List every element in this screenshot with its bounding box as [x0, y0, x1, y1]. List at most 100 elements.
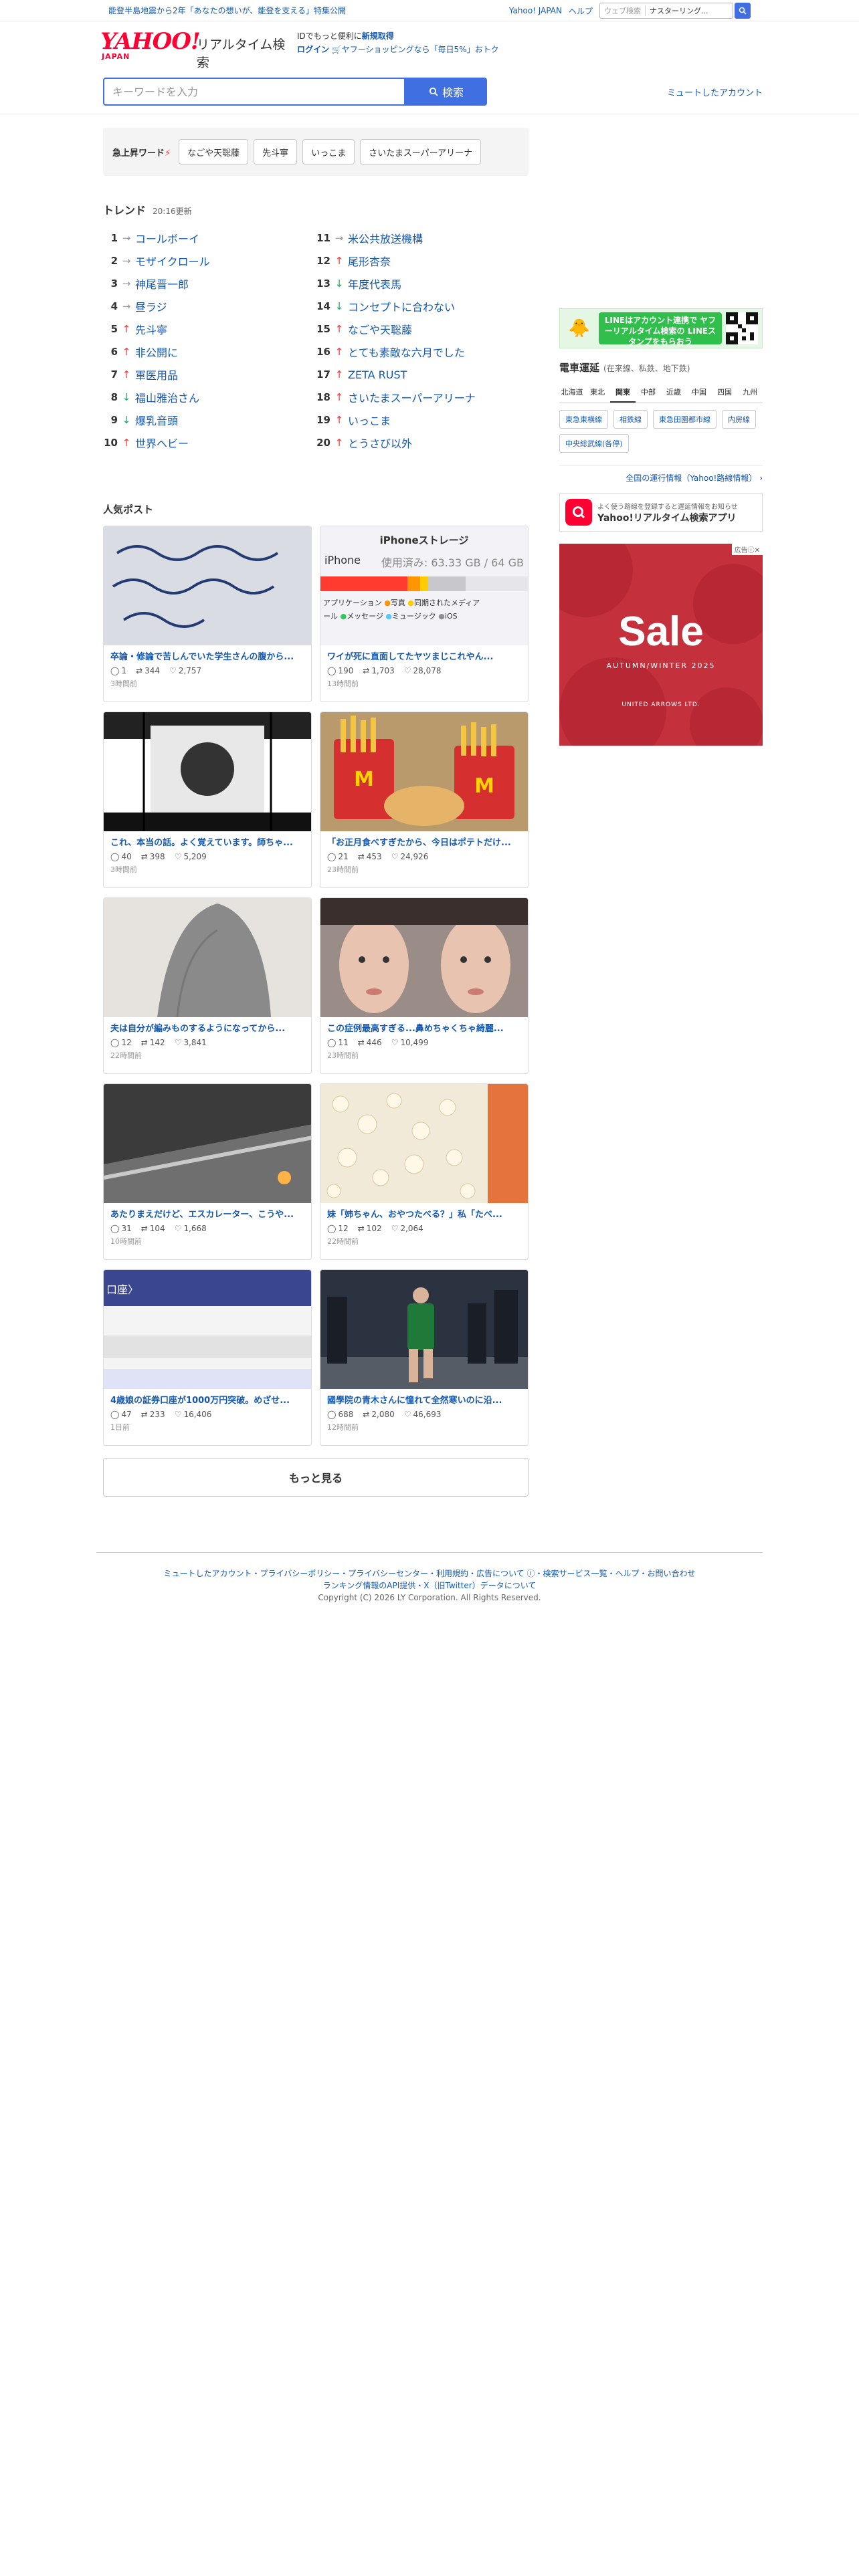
trend-item[interactable]: 14 ↓ コンセプトに合わない: [316, 295, 529, 318]
trend-item[interactable]: 3 → 神尾晋一郎: [103, 272, 316, 295]
trend-item[interactable]: 19 ↑ いっこま: [316, 409, 529, 431]
region-tab[interactable]: 関東: [610, 383, 636, 403]
post-text[interactable]: あたりまえだけど、エスカレーター、こうや...: [110, 1207, 304, 1220]
post-card[interactable]: iPhoneストレージ iPhone 使用済み: 63.33 GB / 64 GB ア…: [320, 526, 529, 702]
post-image[interactable]: [104, 526, 311, 645]
region-tab[interactable]: 中国: [686, 383, 712, 403]
hot-word-chip[interactable]: いっこま: [302, 139, 355, 165]
post-card[interactable]: 妹「姉ちゃん、おやつたべる？」私「たべ... ◯ 12 ⇄ 102 ♡ 2,064 22時間前: [320, 1083, 529, 1260]
post-text[interactable]: ワイが死に直面してたヤツまじこれやん...: [327, 649, 521, 662]
top-notice-link[interactable]: 能登半島地震から2年「あなたの想いが、能登を支える」特集公開: [108, 5, 346, 16]
trend-word-link[interactable]: 米公共放送機構: [348, 230, 423, 246]
post-card[interactable]: これ、本当の話。よく覚えています。師ちゃ... ◯ 40 ⇄ 398 ♡ 5,209 3時間前: [103, 712, 312, 888]
post-card[interactable]: 夫は自分が編みものするようになってから... ◯ 12 ⇄ 142 ♡ 3,841 22時間前: [103, 897, 312, 1074]
trend-word-link[interactable]: 軍医用品: [135, 366, 178, 383]
trend-word-link[interactable]: とうさび以外: [348, 435, 412, 451]
trend-item[interactable]: 17 ↑ ZETA RUST: [316, 363, 529, 386]
region-tab[interactable]: 東北: [585, 383, 610, 403]
post-image[interactable]: [320, 898, 528, 1017]
signup-link[interactable]: 新規取得: [362, 31, 394, 41]
post-text[interactable]: 妹「姉ちゃん、おやつたべる？」私「たべ...: [327, 1207, 521, 1220]
trend-item[interactable]: 8 ↓ 福山雅治さん: [103, 386, 316, 409]
post-image[interactable]: [104, 898, 311, 1017]
footer-links[interactable]: ミュートしたアカウント・プライバシーポリシー・プライバシーセンター・利用規約・広…: [96, 1568, 763, 1580]
trend-item[interactable]: 2 → モザイクロール: [103, 249, 316, 272]
trend-item[interactable]: 7 ↑ 軍医用品: [103, 363, 316, 386]
post-image[interactable]: 口座〉: [104, 1270, 311, 1389]
trend-word-link[interactable]: 爆乳音頭: [135, 412, 178, 428]
trend-item[interactable]: 18 ↑ さいたまスーパーアリーナ: [316, 386, 529, 409]
region-tab[interactable]: 北海道: [559, 383, 585, 403]
trend-word-link[interactable]: ZETA RUST: [348, 368, 407, 381]
trend-word-link[interactable]: 神尾晋一郎: [135, 276, 189, 292]
region-tab[interactable]: 近畿: [661, 383, 686, 403]
trend-item[interactable]: 15 ↑ なごや天聡藤: [316, 318, 529, 340]
trend-word-link[interactable]: 昼ラジ: [135, 298, 167, 314]
post-card[interactable]: あたりまえだけど、エスカレーター、こうや... ◯ 31 ⇄ 104 ♡ 1,668 10時間…: [103, 1083, 312, 1260]
trend-word-link[interactable]: コールボーイ: [135, 230, 199, 246]
trend-item[interactable]: 5 ↑ 先斗寧: [103, 318, 316, 340]
trend-word-link[interactable]: なごや天聡藤: [348, 321, 412, 337]
post-card[interactable]: この症例最高すぎる...鼻めちゃくちゃ綺麗... ◯ 11 ⇄ 446 ♡ 10,499 23…: [320, 897, 529, 1074]
search-input[interactable]: [103, 78, 405, 106]
post-text[interactable]: 國學院の青木さんに憧れて全然寒いのに沿...: [327, 1393, 521, 1406]
trend-word-link[interactable]: コンセプトに合わない: [348, 298, 455, 314]
hot-word-chip[interactable]: さいたまスーパーアリーナ: [360, 139, 482, 165]
region-tab[interactable]: 四国: [712, 383, 737, 403]
post-card[interactable]: 口座〉 4歳娘の証券口座が1000万円突破。めざせ... ◯ 47 ⇄ 233 ♡ 16,40…: [103, 1269, 312, 1446]
trend-item[interactable]: 12 ↑ 尾形杏奈: [316, 249, 529, 272]
delayed-line-link[interactable]: 相鉄線: [613, 410, 648, 429]
post-image[interactable]: MM: [320, 712, 528, 831]
trend-item[interactable]: 1 → コールボーイ: [103, 227, 316, 249]
delayed-line-link[interactable]: 東急田園都市線: [653, 410, 717, 429]
post-image[interactable]: [320, 1084, 528, 1203]
post-image[interactable]: iPhoneストレージ iPhone 使用済み: 63.33 GB / 64 GB ア…: [320, 526, 528, 645]
region-tab[interactable]: 中部: [636, 383, 661, 403]
trend-item[interactable]: 11 → 米公共放送機構: [316, 227, 529, 249]
trend-word-link[interactable]: 世界ヘビー: [135, 435, 189, 451]
post-text[interactable]: 4歳娘の証券口座が1000万円突破。めざせ...: [110, 1393, 304, 1406]
trend-word-link[interactable]: さいたまスーパーアリーナ: [348, 389, 476, 405]
post-card[interactable]: 卒論・修論で苦しんでいた学生さんの腹から... ◯ 1 ⇄ 344 ♡ 2,757 3時間前: [103, 526, 312, 702]
trend-word-link[interactable]: 先斗寧: [135, 321, 167, 337]
post-text[interactable]: 卒論・修論で苦しんでいた学生さんの腹から...: [110, 649, 304, 662]
delayed-line-link[interactable]: 東急東横線: [559, 410, 608, 429]
hot-word-chip[interactable]: なごや天聡藤: [179, 139, 249, 165]
region-tab[interactable]: 九州: [737, 383, 763, 403]
yahoo-logo[interactable]: YAHOO! JAPAN リアルタイム検索: [100, 28, 289, 70]
delayed-line-link[interactable]: 内房線: [722, 410, 756, 429]
post-image[interactable]: [320, 1270, 528, 1389]
trend-item[interactable]: 20 ↑ とうさび以外: [316, 431, 529, 454]
muted-accounts-link[interactable]: ミュートしたアカウント: [667, 86, 763, 98]
trend-word-link[interactable]: いっこま: [348, 412, 391, 428]
post-text[interactable]: 「お正月食べすぎたから、今日はポテトだけ...: [327, 835, 521, 848]
search-button[interactable]: 検索: [405, 78, 487, 106]
shopping-promo-link[interactable]: ヤフーショッピングなら「毎日5%」おトク: [342, 45, 499, 54]
post-text[interactable]: これ、本当の話。よく覚えています。師ちゃ...: [110, 835, 304, 848]
trend-item[interactable]: 6 ↑ 非公開に: [103, 340, 316, 363]
post-text[interactable]: この症例最高すぎる...鼻めちゃくちゃ綺麗...: [327, 1021, 521, 1034]
advertisement[interactable]: 広告ⓘ✕ Sale AUTUMN/WINTER 2025 UNITED ARRO…: [559, 544, 763, 746]
hot-word-chip[interactable]: 先斗寧: [254, 139, 298, 165]
yahoo-japan-link[interactable]: Yahoo! JAPAN: [509, 6, 562, 15]
app-banner[interactable]: よく使う路線を登録すると遅延情報をお知らせ Yahoo!リアルタイム検索アプリ: [559, 493, 763, 532]
all-lines-link[interactable]: 全国の運行情報（Yahoo!路線情報）: [626, 473, 757, 483]
web-search-input[interactable]: ウェブ検索 ナスターリング...: [599, 3, 733, 19]
delayed-line-link[interactable]: 中央総武線(各停): [559, 434, 629, 453]
post-image[interactable]: [104, 712, 311, 831]
post-card[interactable]: M M 「お正月食べすぎたから、今日はポテトだけ... ◯ 21 ⇄ 453 ♡ 24,926 2…: [320, 712, 529, 888]
trend-word-link[interactable]: 尾形杏奈: [348, 253, 391, 269]
post-image[interactable]: [104, 1084, 311, 1203]
web-search-button[interactable]: [735, 3, 751, 19]
line-stamp-banner[interactable]: 🐥 LINEはアカウント連携で ヤフーリアルタイム検索の LINEスタンプをもら…: [559, 308, 763, 348]
trend-word-link[interactable]: とても素敵な六月でした: [348, 344, 465, 360]
trend-item[interactable]: 4 → 昼ラジ: [103, 295, 316, 318]
trend-item[interactable]: 10 ↑ 世界ヘビー: [103, 431, 316, 454]
trend-word-link[interactable]: 非公開に: [135, 344, 178, 360]
trend-item[interactable]: 13 ↓ 年度代表馬: [316, 272, 529, 295]
post-card[interactable]: 國學院の青木さんに憧れて全然寒いのに沿... ◯ 688 ⇄ 2,080 ♡ 46,693 1…: [320, 1269, 529, 1446]
trend-word-link[interactable]: モザイクロール: [135, 253, 210, 269]
trend-item[interactable]: 9 ↓ 爆乳音頭: [103, 409, 316, 431]
ad-badge[interactable]: 広告ⓘ✕: [731, 544, 763, 555]
help-link[interactable]: ヘルプ: [569, 5, 593, 17]
